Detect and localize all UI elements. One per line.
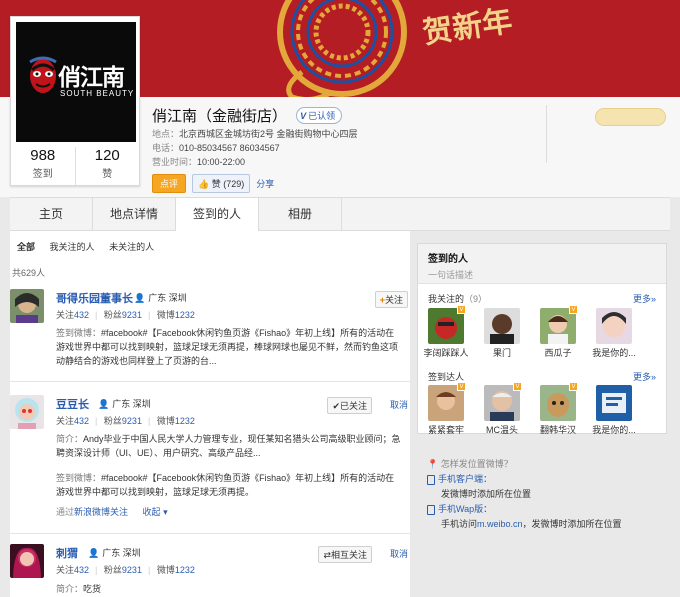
sidebar: 签到的人 一句话描述 我关注的（9） 更多» V 李阔踩踩人 果门 V 西瓜子 … [417,231,670,597]
comment-button[interactable]: 点评 [152,174,187,193]
mobile-client-desc: 发微博时添加所在位置 [441,489,532,499]
filter-tabs: 全部 我关注的人 未关注的人 [17,240,166,253]
unfollow-link[interactable]: 取消 [390,398,408,411]
check-icon: ✔ [332,401,340,411]
people-count: 共629人 [12,268,46,278]
user-icon: 👤 [98,399,110,409]
logo-text-en: SOUTH BEAUTY [60,89,135,98]
phone-row: 电话：010-85034567 86034567 [152,143,280,153]
filter-all[interactable]: 全部 [17,242,35,252]
divider [10,533,410,534]
follow-button[interactable]: +关注 [374,291,408,308]
wap-link[interactable]: 手机Wap版： [427,502,667,517]
greeting-text: 贺新年 [420,3,515,52]
verified-icon: V [300,111,307,121]
divider [10,381,410,382]
thumbs-up-icon: 👍 [198,179,212,189]
followed-section-title: 我关注的（9） [428,294,488,304]
unfollow-link[interactable]: 取消 [390,547,408,560]
filter-not-followed[interactable]: 未关注的人 [109,242,154,252]
mutual-follow-button[interactable]: ⇄相互关注 [318,546,372,563]
weibo-mobile-link[interactable]: m.weibo.cn [477,519,523,529]
place-name: 俏江南（金融街店） [152,108,288,125]
tab-album[interactable]: 相册 [259,198,342,231]
checkin-post: 签到微博：#facebook#【Facebook休闲钓鱼页游《Fishao》年初… [56,473,395,497]
wap-desc: 手机访问m.weibo.cn，发微博时添加所在位置 [441,519,622,529]
checkin-people-card: 签到的人 一句话描述 我关注的（9） 更多» V 李阔踩踩人 果门 V 西瓜子 … [417,243,667,436]
checkins-stat[interactable]: 988 签到 [11,147,75,185]
user-icon: 👤 [134,293,146,303]
post-footer: 通过新浪微博关注 收起 ▾ [56,507,168,517]
like-button[interactable]: 👍 赞 (729) [192,174,251,193]
collapse-link[interactable]: 收起 ▾ [143,507,168,517]
person-card[interactable]: V MC温头 [484,382,522,436]
checkin-feed: 全部 我关注的人 未关注的人 共629人 哥得乐园董事长 👤 广东 深圳 关注43… [10,231,410,597]
person-card[interactable]: V 李阔踩踩人 [423,305,469,359]
mobile-client-link[interactable]: 手机客户端： [427,472,667,487]
expert-people: V 紧紧套牢 V MC温头 V 翻韩华汉 我是你的... [428,382,636,436]
action-bar: 点评 👍 赞 (729) 分享 [152,174,358,193]
person-card[interactable]: 我是你的... [592,308,636,359]
avatar[interactable] [10,544,44,578]
person-card[interactable]: 我是你的... [592,385,636,436]
user-intro: 简介：Andy毕业于中国人民大学人力管理专业，现任某知名猎头公司高级职业顾问；急… [56,434,401,458]
phone-icon [427,504,435,515]
list-item: 豆豆长 👤 广东 深圳 关注432 | 粉丝9231 | 微博1232 ✔已关注 取消… [10,395,410,535]
tab-home[interactable]: 主页 [10,198,93,231]
user-stats: 关注432 | 粉丝9231 | 微博1232 [56,565,195,575]
profile-tabs: 主页 地点详情 签到的人 相册 [10,197,670,232]
source-link[interactable]: 新浪微博关注 [74,507,128,517]
list-item: 刺猬 👤 广东 深圳 关注432 | 粉丝9231 | 微博1232 ⇄相互关注 取消… [10,544,410,597]
avatar[interactable] [10,289,44,323]
logo-card: 俏江南 SOUTH BEAUTY 988 签到 120 赞 [10,16,140,186]
user-name[interactable]: 刺猬 [56,545,78,561]
card-title: 签到的人 [428,254,468,265]
person-card[interactable]: V 翻韩华汉 [540,382,578,436]
place-logo: 俏江南 SOUTH BEAUTY [16,22,136,142]
place-info: 俏江南（金融街店） V 已认领 地点：北京西城区金城坊街2号 金融街购物中心四层 … [152,105,358,193]
chevron-down-icon: ▾ [163,507,168,517]
followed-people: V 李阔踩踩人 果门 V 西瓜子 我是你的... [423,305,636,359]
action-pill-button[interactable] [595,108,666,126]
more-experts-link[interactable]: 更多» [633,370,656,383]
tab-checkin-people[interactable]: 签到的人 [176,198,259,232]
phone-icon [427,474,435,485]
share-link[interactable]: 分享 [256,177,274,190]
swap-icon: ⇄ [323,550,331,560]
user-location: 👤 广东 深圳 [98,399,151,409]
card-subtitle: 一句话描述 [428,270,474,280]
card-header: 签到的人 一句话描述 [418,244,666,284]
followed-button[interactable]: ✔已关注 [327,397,372,414]
profile-stats: 988 签到 120 赞 [11,147,139,185]
tab-place-details[interactable]: 地点详情 [93,198,176,231]
person-card[interactable]: V 紧紧套牢 [428,382,466,436]
user-location: 👤 广东 深圳 [88,548,141,558]
user-icon: 👤 [88,548,100,558]
filter-followed[interactable]: 我关注的人 [50,242,95,252]
logo-text: 俏江南 [58,64,125,91]
checkin-post: 签到微博：#facebook#【Facebook休闲钓鱼页游《Fishao》年初… [56,328,399,366]
likes-stat[interactable]: 120 赞 [74,147,140,185]
user-name[interactable]: 哥得乐园董事长 [56,290,133,306]
user-stats: 关注432 | 粉丝9231 | 微博1232 [56,416,195,426]
user-name[interactable]: 豆豆长 [56,396,89,412]
more-followed-link[interactable]: 更多» [633,292,656,305]
user-stats: 关注432 | 粉丝9231 | 微博1232 [56,310,195,320]
location-pin-icon: 📍 [427,459,441,469]
chinese-knot-decoration [277,0,407,97]
avatar[interactable] [10,395,44,429]
hours-row: 营业时间：10:00-22:00 [152,157,246,167]
verified-badge[interactable]: V 已认领 [296,107,343,124]
list-item: 哥得乐园董事长 👤 广东 深圳 关注432 | 粉丝9231 | 微博1232 +关注… [10,289,410,381]
person-card[interactable]: 果门 [484,308,520,359]
location-help: 📍 怎样发位置微博？ 手机客户端： 发微博时添加所在位置 手机Wap版： 手机访… [427,457,667,532]
address-row: 地点：北京西城区金城坊街2号 金融街购物中心四层 [152,129,358,139]
help-question: 📍 怎样发位置微博？ [427,459,513,469]
opera-mask-icon [29,56,57,93]
person-card[interactable]: V 西瓜子 [540,305,578,359]
divider [546,105,547,163]
user-intro: 简介：吃货 [56,584,102,594]
user-location: 👤 广东 深圳 [134,293,187,303]
